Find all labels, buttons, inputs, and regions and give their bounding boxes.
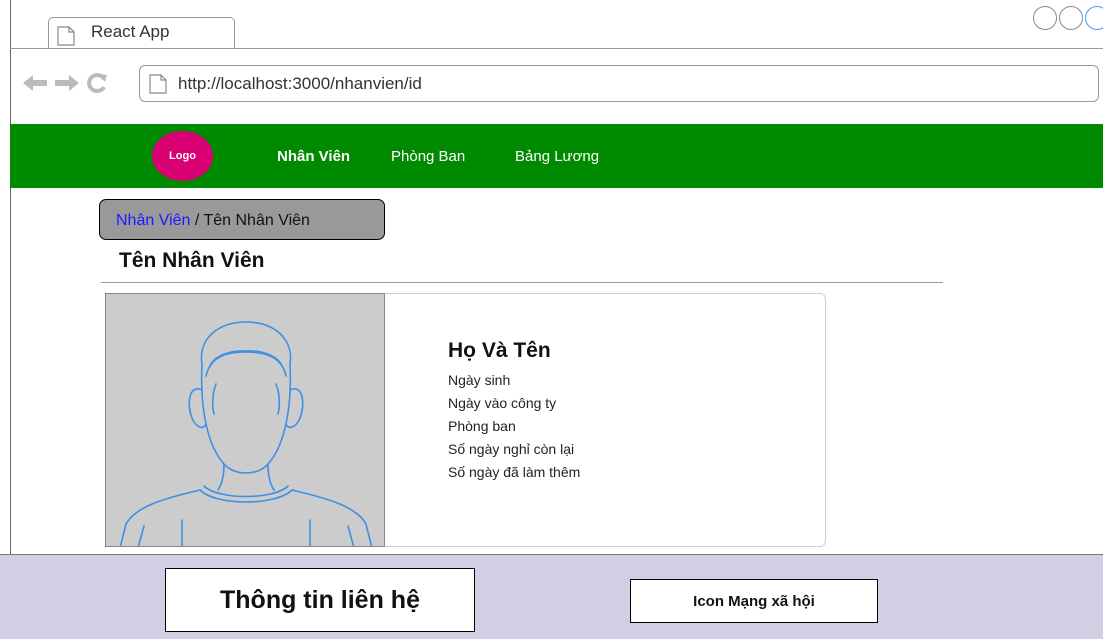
nav-link-phong-ban[interactable]: Phòng Ban xyxy=(391,148,465,165)
navbar: Logo Nhân Viên Phòng Ban Bảng Lương xyxy=(10,124,1103,188)
person-placeholder-icon xyxy=(119,321,373,546)
tabbar-divider xyxy=(10,48,1103,49)
contact-info-box: Thông tin liên hệ xyxy=(165,568,475,632)
nav-link-nhan-vien[interactable]: Nhân Viên xyxy=(277,148,350,165)
maximize-button[interactable] xyxy=(1059,6,1083,30)
forward-arrow-icon[interactable] xyxy=(54,74,80,92)
browser-tab[interactable]: React App xyxy=(48,17,235,49)
page-title: Tên Nhân Viên xyxy=(119,249,265,272)
nav-link-bang-luong[interactable]: Bảng Lương xyxy=(515,148,599,165)
field-department: Phòng ban xyxy=(448,418,516,434)
field-birth-date: Ngày sinh xyxy=(448,372,511,388)
footer: Thông tin liên hệ Icon Mạng xã hội xyxy=(0,554,1103,639)
avatar xyxy=(105,293,385,547)
minimize-button[interactable] xyxy=(1033,6,1057,30)
tab-title: React App xyxy=(91,22,170,41)
field-leave-remaining: Số ngày nghỉ còn lại xyxy=(448,441,575,457)
field-start-date: Ngày vào công ty xyxy=(448,395,557,411)
social-icons-box[interactable]: Icon Mạng xã hội xyxy=(630,579,878,623)
navigation-controls xyxy=(22,72,108,94)
back-arrow-icon[interactable] xyxy=(22,74,48,92)
breadcrumb-separator: / xyxy=(190,212,204,229)
breadcrumb-current: Tên Nhân Viên xyxy=(203,212,310,229)
breadcrumb-link-nhan-vien[interactable]: Nhân Viên xyxy=(116,212,190,229)
logo[interactable]: Logo xyxy=(152,131,213,181)
employee-info: Họ Và Tên Ngày sinh Ngày vào công ty Phò… xyxy=(448,339,580,484)
title-divider xyxy=(101,282,943,283)
url-text: http://localhost:3000/nhanvien/id xyxy=(178,74,422,93)
employee-name: Họ Và Tên xyxy=(448,339,551,362)
window-controls xyxy=(1033,6,1103,30)
page-icon xyxy=(57,26,75,46)
page-icon xyxy=(149,74,167,94)
address-bar[interactable]: http://localhost:3000/nhanvien/id xyxy=(139,65,1099,102)
close-button[interactable] xyxy=(1085,6,1103,30)
breadcrumb: Nhân Viên / Tên Nhân Viên xyxy=(99,199,385,240)
field-overtime-days: Số ngày đã làm thêm xyxy=(448,464,581,480)
reload-icon[interactable] xyxy=(86,72,108,94)
